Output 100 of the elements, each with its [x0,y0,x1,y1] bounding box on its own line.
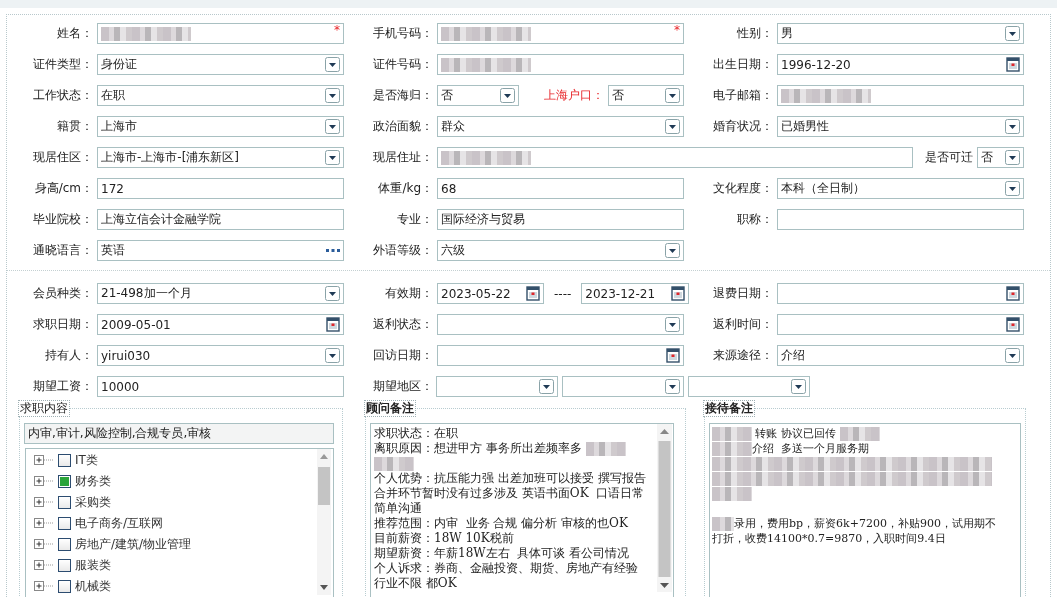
note-text: 推荐范围：内审 业务 合规 偏分析 审核的也OK [374,516,628,531]
text-field[interactable]: 68 [437,178,684,199]
note-text: 打折，收费14100*0.7=9870，入职时间9.4日 [712,531,946,546]
calendar-icon[interactable] [326,317,340,332]
note-text: 介绍 多送一个月服务期 [752,441,869,456]
field-label: 职称： [736,211,773,228]
field-label: 身高/cm： [33,180,93,197]
field-label: 期望工资： [32,378,93,395]
select-field[interactable] [437,314,684,335]
text-field[interactable] [437,54,684,75]
select-field[interactable]: 身份证 [97,54,344,75]
notes-field[interactable]: 转账 协议已回传 介绍 多送一个月服务期 录用，费用bp，薪资6k+7200，补贴900，试用期不 打折，收费14100*0.7=9870，入职时间9.4日 [709,423,1021,597]
checkbox[interactable] [58,475,71,488]
required-mark: * [334,24,340,36]
text-field[interactable]: 上海立信会计金融学院 [97,209,344,230]
select-field[interactable]: 六级 [437,240,684,261]
field-label: 证件号码： [372,56,433,73]
select-field[interactable] [688,376,810,397]
select-field[interactable]: 已婚男性 [777,116,1024,137]
date-field[interactable]: 2023-05-22 [437,283,544,304]
note-text: 合并环节暂时没有过多涉及 英语书面OK 口语日常 [374,486,645,501]
notes-field[interactable]: 求职状态：在职 离职原因：想进甲方 事务所出差频率多 个人优势：抗压能力强 出差加班可以接受 撰写报告 合并环节暂时没有过多涉及 英语书面OK 口语日常 简单沟通 推荐范围：内审 业务 合规 偏分析 审核的也OK 目前薪资：18W 10K税前 期望薪资：年薪18W左右 具体可谈 看公司情况 个人诉求：券商、金融投资、期货、房地产有经验 行业不限 都OK [370,423,674,597]
checkbox[interactable] [58,517,71,530]
range-separator: ---- [554,286,572,301]
date-field[interactable]: 2023-12-21 [581,283,690,304]
checkbox[interactable] [58,559,71,572]
date-field[interactable] [437,345,684,366]
checkbox[interactable] [58,538,71,551]
select-field[interactable]: 男 [777,23,1024,44]
date-field[interactable] [777,283,1024,304]
checkbox[interactable] [58,454,71,467]
select-field[interactable]: 21-498加一个月 [97,283,344,304]
tree-item[interactable]: 财务类 [75,473,111,490]
calendar-icon[interactable] [666,348,680,363]
select-field[interactable]: 否 [608,85,684,106]
calendar-icon[interactable] [1006,317,1020,332]
note-text: 转账 协议已回传 [754,426,837,441]
note-text: 期望薪资：年薪18W左右 具体可谈 看公司情况 [374,546,630,561]
date-field[interactable] [777,314,1024,335]
note-text: 简单沟通 [374,501,422,516]
date-field[interactable]: 2009-05-01 [97,314,344,335]
checkbox[interactable] [58,580,71,593]
select-field[interactable]: 否 [977,147,1024,168]
field-label: 回访日期： [372,347,433,364]
text-field[interactable] [777,209,1024,230]
field-label: 手机号码： [372,25,433,42]
tree-item[interactable]: 采购类 [75,494,111,511]
text-field[interactable]: * [437,23,684,44]
field-label: 有效期： [384,285,433,302]
select-field[interactable]: 介绍 [777,345,1024,366]
select-field[interactable] [562,376,684,397]
select-field[interactable]: 上海市 [97,116,344,137]
text-field[interactable]: 172 [97,178,344,199]
calendar-icon[interactable] [526,286,540,301]
field-label: 证件类型： [32,56,93,73]
text-field[interactable]: 10000 [97,376,344,397]
summary-field[interactable]: 内审,审计,风险控制,合规专员,审核 [24,423,334,444]
checkbox[interactable] [58,496,71,509]
field-label: 性别： [736,25,773,42]
calendar-icon[interactable] [671,286,686,301]
text-field[interactable]: 国际经济与贸易 [437,209,684,230]
tree-item[interactable]: 服装类 [75,557,111,574]
scrollbar[interactable] [317,449,331,595]
select-field[interactable]: 本科（全日制） [777,178,1024,199]
lookup-field[interactable]: 英语 [97,240,344,261]
tree-item[interactable]: 房地产/建筑/物业管理 [75,536,192,553]
field-label: 来源途径： [712,347,773,364]
select-field[interactable] [436,376,558,397]
select-field[interactable]: 在职 [97,85,344,106]
calendar-icon[interactable] [1006,286,1020,301]
note-text: 个人诉求：券商、金融投资、期货、房地产有经验 [374,561,638,576]
field-label: 工作状态： [32,87,93,104]
redacted-text [839,426,880,441]
calendar-icon[interactable] [1006,57,1020,72]
field-label: 返利状态： [372,316,433,333]
note-text: 离职原因：想进甲方 事务所出差频率多 [374,441,583,456]
field-label: 电子邮箱： [712,87,773,104]
field-label: 籍贯： [56,118,93,135]
field-label: 退费日期： [712,285,773,302]
select-field[interactable]: yirui030 [97,345,344,366]
field-label: 通晓语言： [32,242,93,259]
scrollbar[interactable] [657,424,672,592]
ellipsis-icon[interactable] [326,248,340,253]
text-field[interactable]: * [97,23,344,44]
tree-item[interactable]: 电子商务/互联网 [75,515,164,532]
field-label: 文化程度： [712,180,773,197]
field-label: 政治面貌： [372,118,433,135]
select-field[interactable]: 群众 [437,116,684,137]
select-field[interactable]: 上海市-上海市-[浦东新区] [97,147,344,168]
select-field[interactable]: 否 [437,85,519,106]
text-field[interactable] [437,147,913,168]
field-label: 毕业院校： [32,211,93,228]
text-field[interactable] [777,85,1024,106]
redacted-text [712,426,752,441]
tree-item[interactable]: IT类 [75,452,98,469]
tree-item[interactable]: 机械类 [75,578,111,595]
field-label: 出生日期： [712,56,773,73]
required-mark: * [674,24,680,36]
note-text: 个人优势：抗压能力强 出差加班可以接受 撰写报告 [374,471,646,486]
date-field[interactable]: 1996-12-20 [777,54,1024,75]
